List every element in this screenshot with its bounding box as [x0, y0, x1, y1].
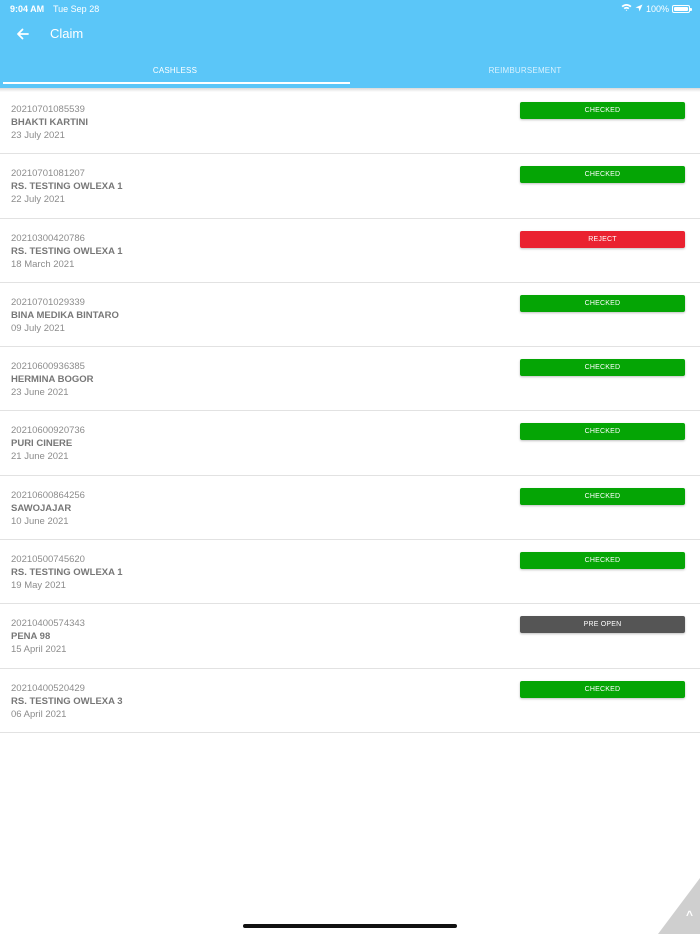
- claim-row[interactable]: 20210400520429 RS. TESTING OWLEXA 3 06 Apr…: [0, 669, 700, 733]
- status-badge: PRE OPEN: [520, 616, 685, 634]
- claim-date: 23 July 2021: [11, 130, 65, 141]
- status-badge: CHECKED: [520, 423, 685, 441]
- wifi-icon: [621, 3, 632, 14]
- claim-number: 20210600920736: [11, 425, 85, 437]
- claim-number: 20210400520429: [11, 682, 85, 694]
- status-badge: CHECKED: [520, 487, 685, 505]
- claim-row[interactable]: 20210600936385 HERMINA BOGOR 23 June 2021 C…: [0, 347, 700, 412]
- status-date: Tue Sep 28: [53, 4, 100, 14]
- status-badge: CHECKED: [520, 166, 685, 184]
- claim-date: 19 May 2021: [11, 580, 66, 592]
- claim-row[interactable]: 20210500745620 RS. TESTING OWLEXA 1 19 May…: [0, 540, 700, 605]
- status-badge: CHECKED: [520, 552, 685, 570]
- claim-row[interactable]: 20210701029339 BINA MEDIKA BINTARO 09 July…: [0, 283, 700, 348]
- claim-number: 20210701085539: [11, 104, 85, 115]
- claim-date: 21 June 2021: [11, 451, 69, 463]
- location-arrow-icon: [635, 4, 643, 14]
- provider-name: RS. TESTING OWLEXA 3: [11, 695, 123, 707]
- claim-row[interactable]: 20210600920736 PURI CINERE 21 June 2021 CHE…: [0, 411, 700, 476]
- claim-date: 10 June 2021: [11, 515, 69, 527]
- claim-row[interactable]: 20210600864256 SAWOJAJAR 10 June 2021 CHECK…: [0, 476, 700, 541]
- status-badge: CHECKED: [520, 294, 685, 312]
- provider-name: SAWOJAJAR: [11, 502, 72, 514]
- claim-number: 20210701081207: [11, 168, 85, 180]
- provider-name: HERMINA BOGOR: [11, 374, 94, 386]
- status-time: 9:04 AM: [10, 4, 45, 14]
- claim-list: 20210701085539 BHAKTI KARTINI 23 July 2021…: [0, 90, 700, 733]
- home-indicator: [243, 924, 457, 928]
- provider-name: BINA MEDIKA BINTARO: [11, 309, 119, 321]
- scroll-top-corner: [658, 878, 700, 934]
- claim-row[interactable]: 20210400574343 PENA 98 15 April 2021 PRE OP…: [0, 604, 700, 669]
- status-badge: CHECKED: [520, 102, 685, 119]
- claim-row[interactable]: 20210701085539 BHAKTI KARTINI 23 July 2021…: [0, 90, 700, 155]
- provider-name: PURI CINERE: [11, 438, 73, 450]
- claim-number: 20210300420786: [11, 232, 85, 244]
- battery-percent: 100%: [645, 3, 669, 14]
- caret-up-icon[interactable]: ^: [686, 908, 693, 922]
- claim-date: 15 April 2021: [11, 644, 67, 656]
- claim-date: 18 March 2021: [11, 258, 75, 270]
- page-title: Claim: [50, 26, 84, 41]
- provider-name: BHAKTI KARTINI: [11, 117, 89, 128]
- claim-row[interactable]: 20210701081207 RS. TESTING OWLEXA 1 22 Jul…: [0, 154, 700, 219]
- back-button[interactable]: [12, 24, 34, 44]
- tab-reimbursement[interactable]: REIMBURSEMENT: [350, 60, 700, 86]
- claim-number: 20210400574343: [11, 618, 85, 630]
- battery-icon: [672, 4, 692, 13]
- active-tab-indicator: [3, 82, 350, 84]
- provider-name: RS. TESTING OWLEXA 1: [11, 245, 123, 257]
- claim-date: 23 June 2021: [11, 387, 69, 399]
- claim-number: 20210600864256: [11, 489, 85, 501]
- status-bar: 9:04 AM Tue Sep 28 100%: [0, 0, 700, 18]
- status-right: 100%: [621, 3, 692, 14]
- status-badge: CHECKED: [520, 359, 685, 377]
- claim-date: 22 July 2021: [11, 194, 65, 206]
- provider-name: RS. TESTING OWLEXA 1: [11, 567, 123, 579]
- arrow-left-icon: [17, 28, 29, 40]
- provider-name: RS. TESTING OWLEXA 1: [11, 181, 123, 193]
- status-badge: CHECKED: [520, 680, 685, 698]
- claim-number: 20210500745620: [11, 554, 85, 566]
- status-badge: REJECT: [520, 230, 685, 248]
- claim-row[interactable]: 20210300420786 RS. TESTING OWLEXA 1 18 Mar…: [0, 219, 700, 283]
- claim-number: 20210701029339: [11, 296, 85, 308]
- provider-name: PENA 98: [11, 631, 51, 643]
- app-header: 9:04 AM Tue Sep 28 100% Claim CASHLESS R…: [0, 0, 700, 88]
- claim-number: 20210600936385: [11, 361, 85, 373]
- claim-date: 09 July 2021: [11, 322, 65, 334]
- claim-date: 06 April 2021: [11, 708, 67, 720]
